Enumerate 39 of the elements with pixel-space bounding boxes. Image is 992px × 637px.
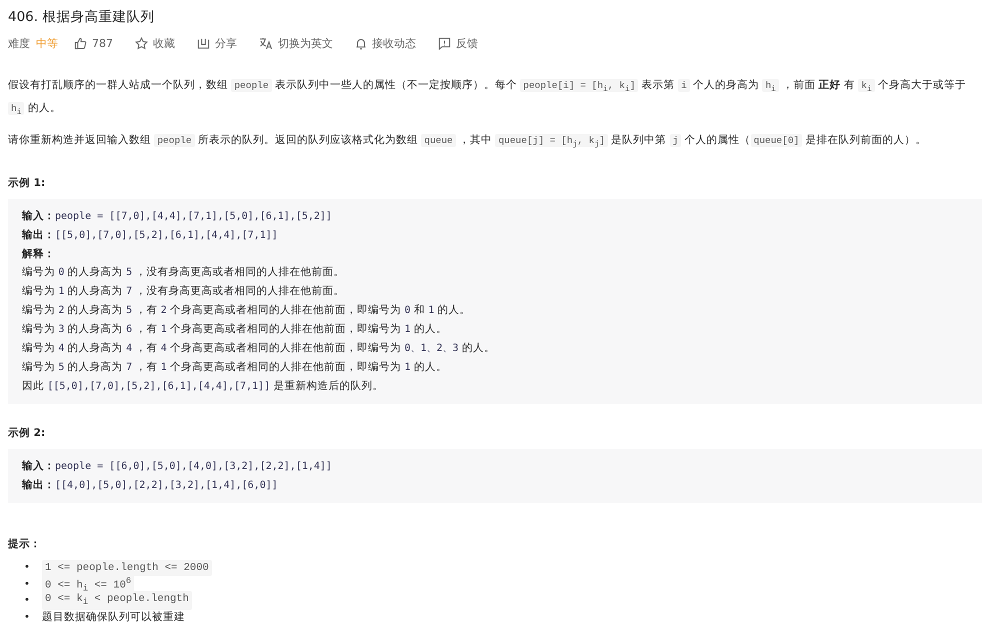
problem-title: 406. 根据身高重建队列 <box>8 8 156 27</box>
difficulty-label: 难度 <box>8 36 30 50</box>
thumbs-up-icon <box>74 36 87 50</box>
hint-item: 题目数据确保队列可以被重建 <box>42 610 185 626</box>
example-line: 输入：people = [[7,0],[4,4],[7,1],[5,0],[6,1],[5,2]] <box>22 208 333 224</box>
bell-button[interactable]: 接收动态 <box>355 36 416 50</box>
difficulty-value: 中等 <box>36 36 58 50</box>
example-line: 编号为 5 的人身高为 7 ，有 1 个身高更高或者相同的人排在他前面，即编号为 1 的人。 <box>22 360 448 375</box>
example-line: 因此 [[5,0],[7,0],[5,2],[6,1],[4,4],[7,1]] 是重新构造后的队列。 <box>22 378 384 394</box>
hints-heading: 提示： <box>8 536 42 551</box>
description-paragraph: 请你重新构造并返回输入数组 people 所表示的队列。返回的队列应该格式化为数组 queue ，其中 queue[j] = [h$_{j}$, k$_{j}$] 是队列中第 j 个人的属性（ queue[0] 是排在队列前面的人）。 <box>8 132 928 151</box>
bullet-marker: • <box>24 610 31 625</box>
share-icon <box>197 36 210 50</box>
example-heading: 示例 2: <box>8 426 46 440</box>
example-line: 编号为 2 的人身高为 5 ，有 2 个身高更高或者相同的人排在他前面，即编号为 0 和 1 的人。 <box>22 302 472 318</box>
share-button[interactable]: 分享 <box>197 36 237 50</box>
feedback-icon <box>438 36 451 50</box>
like-button[interactable]: 787 <box>74 36 113 50</box>
hint-item: 0 <= k$_{i}$ < people.length <box>42 591 192 610</box>
example-line: 编号为 0 的人身高为 5 ，没有身高更高或者相同的人排在他前面。 <box>22 264 346 280</box>
example-line: 编号为 4 的人身高为 4 ，有 4 个身高更高或者相同的人排在他前面，即编号为 0、1、2、3 的人。 <box>22 340 496 356</box>
translate-button[interactable]: 切换为英文 <box>259 36 333 50</box>
translate-icon <box>259 36 273 50</box>
star-button[interactable]: 收藏 <box>135 36 175 50</box>
example-line: 编号为 1 的人身高为 7 ，没有身高更高或者相同的人排在他前面。 <box>22 284 346 299</box>
hint-item: 1 <= people.length <= 2000 <box>42 560 212 576</box>
bullet-marker: • <box>24 561 31 576</box>
bullet-marker: • <box>24 578 31 592</box>
example-line: 输出：[[5,0],[7,0],[5,2],[6,1],[4,4],[7,1]] <box>22 228 279 243</box>
example-line: 输出：[[4,0],[5,0],[2,2],[3,2],[1,4],[6,0]] <box>22 478 279 493</box>
example-heading: 示例 1: <box>8 176 46 190</box>
bell-icon <box>355 36 367 50</box>
example-line: 解释： <box>22 246 56 262</box>
example-line: 输入：people = [[6,0],[5,0],[4,0],[3,2],[2,2],[1,4]] <box>22 458 333 474</box>
description-paragraph: 假设有打乱顺序的一群人站成一个队列，数组 people 表示队列中一些人的属性（不一定按顺序）。每个 people[i] = [h$_{i}$, k$_{i}$] 表示第 i 个人的身高为 h$_{i}$ ，前面 正好 有 k$_{i}$ 个身高大于或等于 h$_{i}$ 的人。 <box>8 78 968 119</box>
feedback-button[interactable]: 反馈 <box>438 36 478 50</box>
star-icon <box>135 36 148 50</box>
bullet-marker: • <box>24 594 31 608</box>
example-line: 编号为 3 的人身高为 6 ，有 1 个身高更高或者相同的人排在他前面，即编号为 1 的人。 <box>22 322 448 337</box>
